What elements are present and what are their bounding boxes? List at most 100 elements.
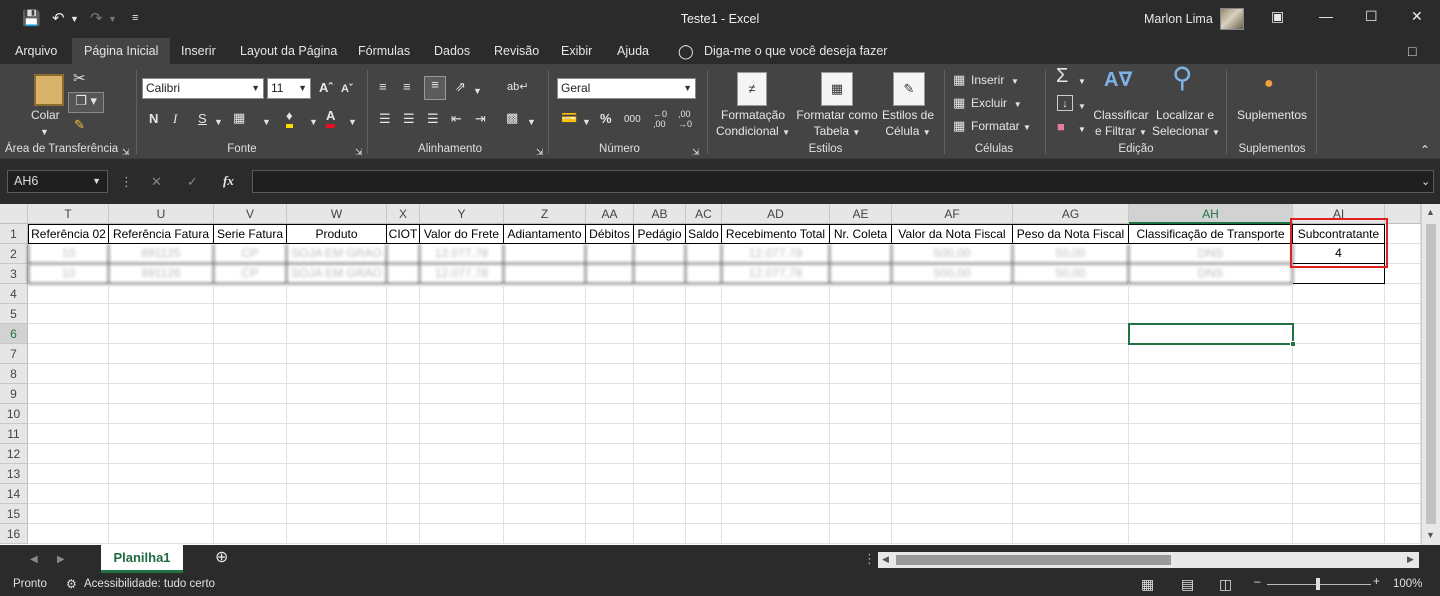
table-cell[interactable] [1129, 364, 1293, 384]
table-cell[interactable] [1013, 384, 1129, 404]
table-cell[interactable] [1293, 364, 1385, 384]
align-left-icon[interactable]: ☰ [379, 111, 391, 127]
scroll-thumb-horizontal[interactable] [896, 555, 1171, 565]
table-cell[interactable] [420, 504, 504, 524]
table-cell[interactable] [892, 404, 1013, 424]
table-cell[interactable] [109, 324, 214, 344]
table-cell[interactable] [214, 284, 287, 304]
number-format-select[interactable]: Geral ▼ [557, 78, 696, 99]
table-cell[interactable] [634, 324, 686, 344]
conditional-formatting-icon[interactable]: ≠ [737, 72, 767, 106]
table-cell[interactable] [1385, 344, 1421, 364]
table-cell[interactable] [686, 324, 722, 344]
column-header[interactable]: AC [686, 204, 722, 224]
header-cell[interactable]: Referência 02 [28, 224, 109, 244]
table-cell[interactable] [504, 484, 586, 504]
table-cell[interactable] [892, 464, 1013, 484]
table-cell[interactable] [504, 284, 586, 304]
table-cell[interactable] [634, 384, 686, 404]
table-cell[interactable] [892, 324, 1013, 344]
table-cell[interactable] [28, 364, 109, 384]
column-header[interactable]: AA [586, 204, 634, 224]
table-cell[interactable] [420, 444, 504, 464]
table-cell[interactable] [504, 504, 586, 524]
close-icon[interactable]: ✕ [1411, 8, 1423, 25]
table-cell[interactable] [287, 484, 387, 504]
table-cell[interactable] [504, 364, 586, 384]
table-cell[interactable] [634, 304, 686, 324]
table-cell[interactable] [634, 364, 686, 384]
table-cell[interactable] [586, 344, 634, 364]
grow-font-icon[interactable]: Aˆ [319, 80, 333, 96]
data-cell[interactable]: SOJA EM GRAO [287, 264, 387, 284]
table-cell[interactable] [1129, 524, 1293, 544]
table-cell[interactable] [109, 444, 214, 464]
table-cell[interactable] [287, 284, 387, 304]
table-cell[interactable] [28, 464, 109, 484]
table-cell[interactable] [109, 304, 214, 324]
data-cell[interactable] [387, 244, 420, 264]
table-cell[interactable] [420, 304, 504, 324]
table-cell[interactable] [287, 444, 387, 464]
find-select-line1[interactable]: Localizar e [1152, 107, 1218, 123]
table-cell[interactable] [504, 404, 586, 424]
table-cell[interactable] [830, 464, 892, 484]
row-header[interactable]: 2 [0, 244, 28, 264]
table-cell[interactable] [722, 284, 830, 304]
table-cell[interactable] [387, 504, 420, 524]
table-cell[interactable] [214, 304, 287, 324]
increase-decimal-icon[interactable]: ←0,00 [653, 109, 667, 129]
bold-button[interactable]: N [149, 111, 158, 127]
table-cell[interactable] [28, 444, 109, 464]
table-cell[interactable] [1385, 384, 1421, 404]
table-cell[interactable] [214, 424, 287, 444]
table-cell[interactable] [387, 444, 420, 464]
table-cell[interactable] [830, 524, 892, 544]
table-cell[interactable] [214, 384, 287, 404]
row-header[interactable]: 4 [0, 284, 28, 304]
table-cell[interactable] [1013, 484, 1129, 504]
column-header[interactable]: AD [722, 204, 830, 224]
find-select-icon[interactable]: ⚲ [1172, 64, 1193, 92]
row-header[interactable]: 5 [0, 304, 28, 324]
table-cell[interactable] [28, 324, 109, 344]
row-header[interactable]: 10 [0, 404, 28, 424]
font-size-select[interactable]: 11 ▼ [267, 78, 311, 99]
expand-formula-icon[interactable]: ⌄ [1421, 174, 1430, 190]
align-center-icon[interactable]: ☰ [403, 111, 415, 127]
sort-filter-icon[interactable]: A∇ [1104, 70, 1132, 90]
table-cell[interactable] [686, 524, 722, 544]
next-sheet-icon[interactable]: ▶ [57, 552, 65, 568]
table-cell[interactable] [387, 404, 420, 424]
row-header[interactable]: 8 [0, 364, 28, 384]
data-cell[interactable]: 500,00 [892, 244, 1013, 264]
table-cell[interactable] [634, 464, 686, 484]
table-cell[interactable] [287, 504, 387, 524]
data-cell[interactable]: 10 [28, 264, 109, 284]
avatar[interactable] [1220, 8, 1244, 30]
column-header[interactable]: U [109, 204, 214, 224]
row-header[interactable]: 13 [0, 464, 28, 484]
column-header[interactable]: Z [504, 204, 586, 224]
table-cell[interactable] [109, 504, 214, 524]
currency-icon[interactable]: 💳 [561, 110, 577, 126]
header-cell[interactable]: Peso da Nota Fiscal [1013, 224, 1129, 244]
normal-view-icon[interactable]: ▦ [1141, 576, 1154, 593]
table-cell[interactable] [214, 344, 287, 364]
data-cell[interactable]: 891126 [109, 264, 214, 284]
table-cell[interactable] [109, 524, 214, 544]
data-cell[interactable] [586, 264, 634, 284]
table-cell[interactable] [1013, 364, 1129, 384]
table-cell[interactable] [214, 324, 287, 344]
table-cell[interactable] [109, 484, 214, 504]
row-header[interactable]: 1 [0, 224, 28, 244]
table-cell[interactable] [1385, 264, 1421, 284]
table-cell[interactable] [586, 504, 634, 524]
user-name[interactable]: Marlon Lima [1144, 12, 1213, 26]
table-cell[interactable] [504, 424, 586, 444]
data-cell[interactable] [387, 264, 420, 284]
format-as-table-icon[interactable]: ▦ [821, 72, 853, 106]
align-top-icon[interactable]: ≡ [379, 79, 387, 95]
tab-arquivo[interactable]: Arquivo [15, 38, 57, 64]
table-cell[interactable] [1385, 364, 1421, 384]
